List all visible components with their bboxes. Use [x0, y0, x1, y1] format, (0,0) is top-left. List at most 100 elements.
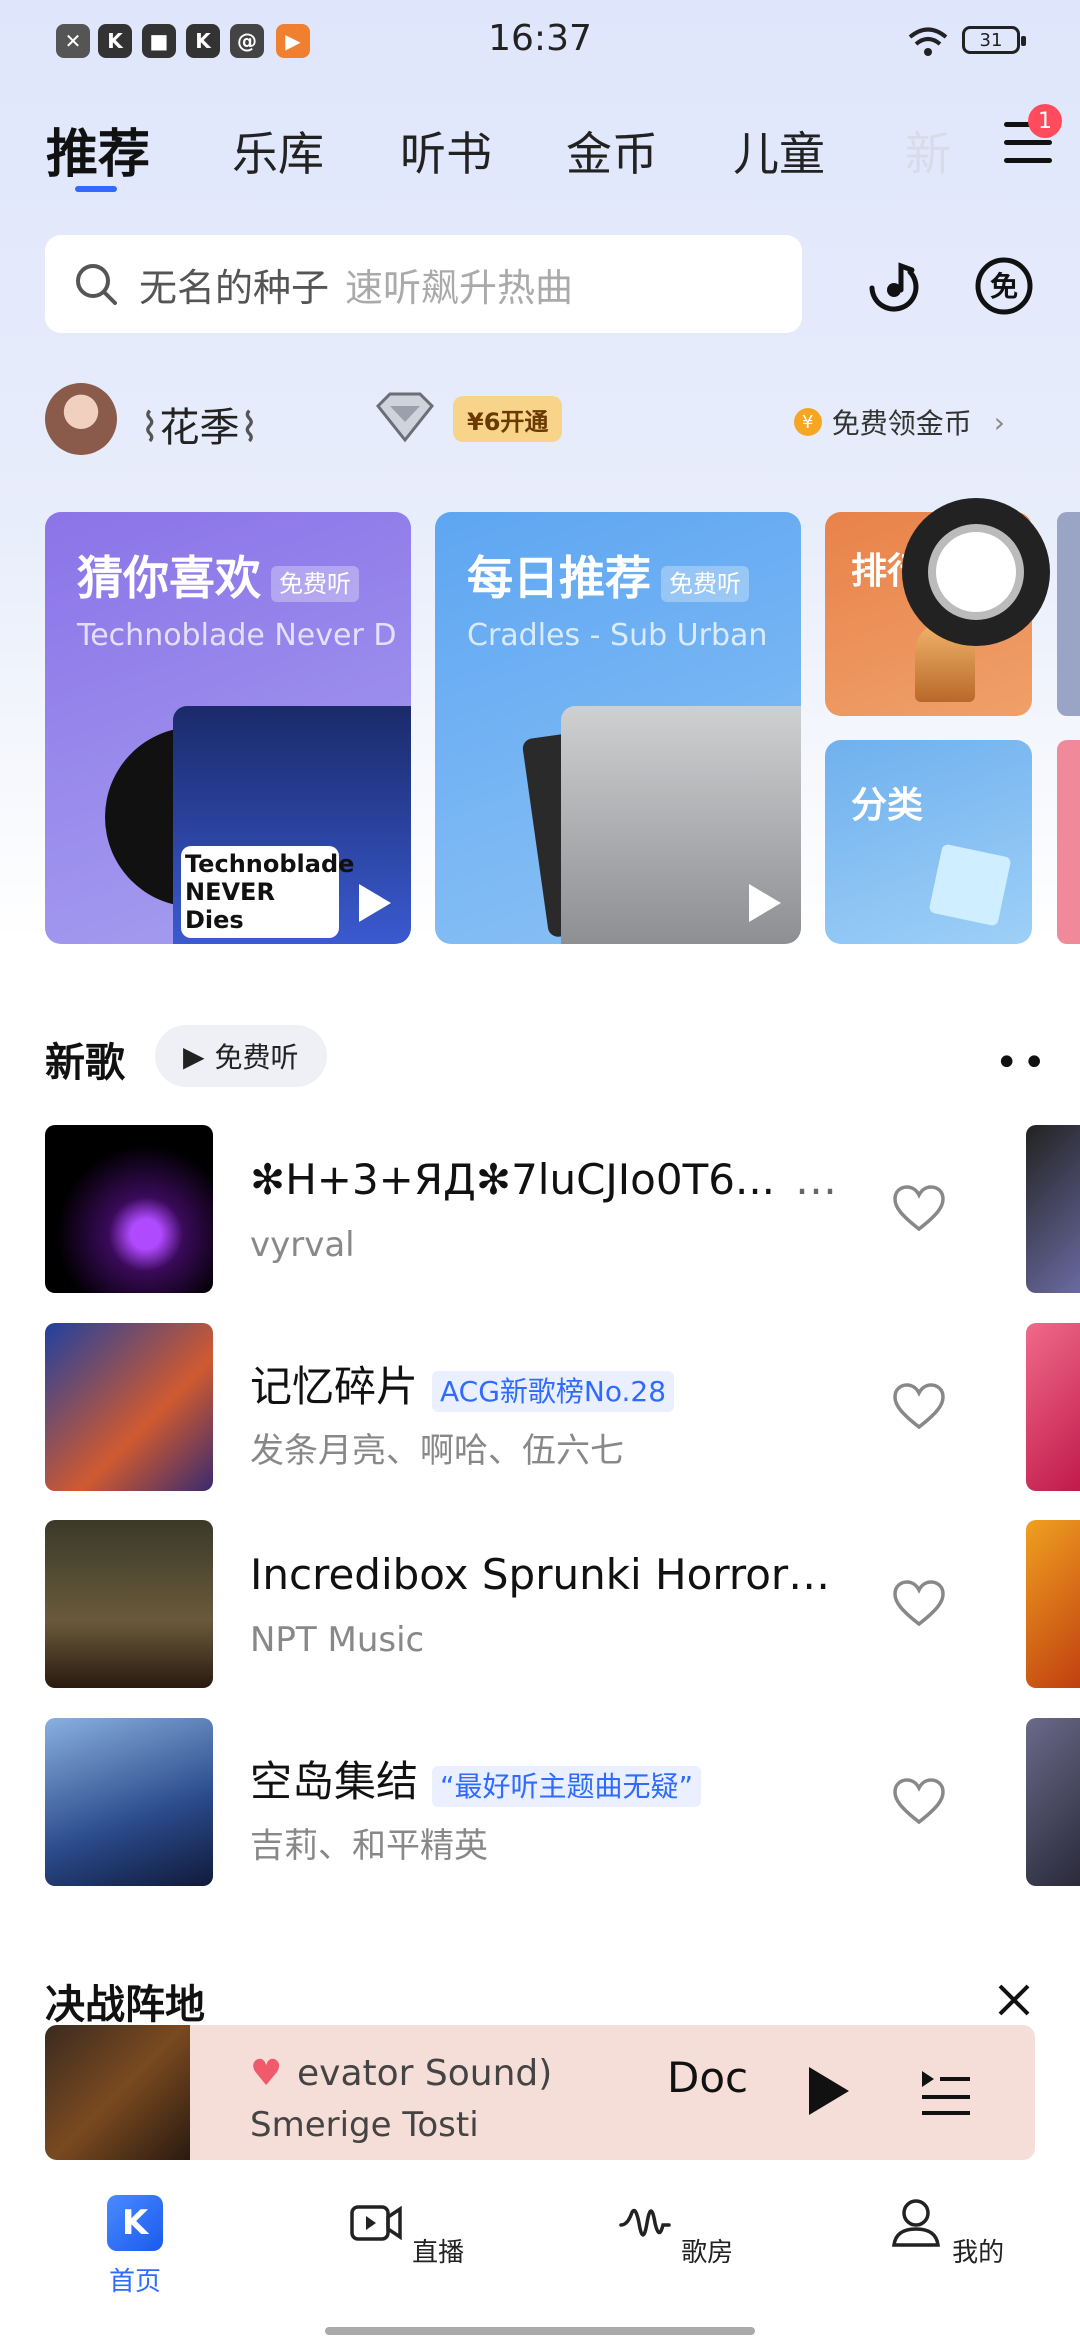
nav-home-label: 首页: [108, 2267, 161, 2297]
card-subtitle: Technoblade Never D: [77, 618, 397, 653]
vip-open-button[interactable]: ¥6开通: [453, 396, 563, 442]
search-icon: [76, 264, 117, 305]
svg-text:免: 免: [990, 270, 1018, 303]
player-artist: Smerige Tosti: [250, 2105, 479, 2145]
song-peek: [1026, 1718, 1080, 1886]
card-peek: [1057, 512, 1080, 716]
card-peek: [1057, 740, 1080, 944]
nav-room-label: 歌房: [681, 2238, 734, 2268]
song-peek: [1026, 1323, 1080, 1491]
more-icon[interactable]: ••: [995, 1040, 1050, 1086]
album-cover: [561, 706, 801, 944]
cover-text: Technoblade NEVER Dies: [181, 846, 354, 938]
tab-library[interactable]: 乐库: [232, 118, 324, 184]
song-artist: NPT Music: [250, 1620, 425, 1660]
card-category[interactable]: 分类: [825, 740, 1032, 944]
tab-recommend[interactable]: 推荐: [46, 112, 150, 187]
nav-live-label: 直播: [412, 2238, 465, 2268]
section-title-new-songs: 新歌: [45, 1040, 125, 1086]
tab-coins[interactable]: 金币: [566, 118, 658, 184]
close-icon[interactable]: [996, 1982, 1032, 2018]
card-title-text: 分类: [851, 785, 924, 826]
home-indicator[interactable]: [325, 2327, 755, 2335]
section-title-next: 决战阵地: [45, 1982, 205, 2028]
tab-kids[interactable]: 儿童: [733, 118, 825, 184]
song-title: Incredibox Sprunki Horror…: [250, 1550, 831, 1599]
song-item[interactable]: Incredibox Sprunki Horror… NPT Music: [45, 1520, 1045, 1688]
avatar[interactable]: [45, 383, 117, 455]
battery-icon: 31: [962, 26, 1026, 54]
heart-icon[interactable]: [893, 1185, 945, 1233]
song-title: 记忆碎片 ACG新歌榜No.28: [250, 1353, 675, 1414]
search-query: 无名的种子: [139, 265, 330, 310]
song-artist: 发条月亮、啊哈、伍六七: [250, 1431, 624, 1471]
floating-assist-button[interactable]: [902, 498, 1050, 646]
card-title: 每日推荐 免费听: [467, 542, 749, 608]
nav-live[interactable]: 直播: [336, 2195, 476, 2269]
song-tag[interactable]: ACG新歌榜No.28: [432, 1370, 675, 1412]
player-title: evator Sound): [297, 2053, 553, 2094]
profile-icon: [891, 2199, 940, 2247]
card-subtitle: Cradles - Sub Urban: [467, 618, 768, 653]
free-listen-button[interactable]: ▶ 免费听: [155, 1025, 327, 1087]
search-hint: 速听飙升热曲: [345, 265, 574, 310]
username[interactable]: ⌇花季⌇: [140, 395, 259, 453]
play-icon: ▶: [183, 1039, 205, 1073]
song-artist: vyrval: [250, 1225, 355, 1265]
heart-icon[interactable]: [893, 1778, 945, 1826]
player-cover: [45, 2025, 190, 2160]
song-item[interactable]: 记忆碎片 ACG新歌榜No.28 发条月亮、啊哈、伍六七: [45, 1323, 1045, 1491]
song-cover: [45, 1323, 213, 1491]
play-icon: [359, 884, 391, 922]
song-cover: [45, 1125, 213, 1293]
nav-room[interactable]: 歌房: [605, 2195, 745, 2269]
tab-underline: [75, 186, 117, 192]
nav-me-label: 我的: [952, 2238, 1005, 2268]
live-icon: [350, 2205, 402, 2241]
card-title-text: 每日推荐: [467, 551, 651, 605]
song-artist: 吉莉、和平精英: [250, 1826, 488, 1866]
liked-heart-icon: ♥: [250, 2053, 283, 2094]
album-cover: Technoblade NEVER Dies: [173, 706, 411, 944]
card-title: 猜你喜欢 免费听: [77, 542, 359, 608]
music-recognition-icon[interactable]: [862, 254, 926, 318]
diamond-icon: [375, 392, 435, 443]
heart-icon[interactable]: [893, 1580, 945, 1628]
song-title: ✻H+3+ЯД✻7luCJIo0T6...…: [250, 1155, 838, 1204]
card-tag: 免费听: [271, 566, 359, 602]
mini-player[interactable]: ♥ evator Sound) Doc Smerige Tosti: [45, 2025, 1035, 2160]
play-button[interactable]: [803, 2063, 853, 2119]
wifi-icon: [908, 27, 948, 56]
song-peek: [1026, 1520, 1080, 1688]
sound-wave-icon: [619, 2208, 671, 2237]
tab-new[interactable]: 新: [905, 118, 951, 184]
nav-me[interactable]: 我的: [876, 2195, 1016, 2269]
free-mode-icon[interactable]: 免: [972, 254, 1036, 318]
free-gold-label: 免费领金币: [831, 407, 972, 440]
nav-home[interactable]: K 首页: [65, 2195, 205, 2298]
free-listen-label: 免费听: [214, 1041, 299, 1074]
card-title-text: 猜你喜欢: [77, 551, 261, 605]
coin-icon: ¥: [793, 408, 822, 436]
song-tag[interactable]: “最好听主题曲无疑”: [432, 1765, 702, 1807]
song-item[interactable]: ✻H+3+ЯД✻7luCJIo0T6...… vyrval: [45, 1125, 1045, 1293]
song-title: 空岛集结 “最好听主题曲无疑”: [250, 1748, 702, 1809]
song-cover: [45, 1718, 213, 1886]
cube-icon: [928, 843, 1012, 927]
search-bar[interactable]: 无名的种子 速听飙升热曲: [45, 235, 802, 333]
song-cover: [45, 1520, 213, 1688]
playlist-icon[interactable]: [920, 2067, 972, 2119]
username-text: 花季: [159, 405, 240, 451]
menu-badge: 1: [1028, 104, 1062, 138]
play-icon: [749, 884, 781, 922]
free-gold-link[interactable]: ¥ 免费领金币 ›: [793, 402, 1005, 442]
card-tag: 免费听: [661, 566, 749, 602]
heart-icon[interactable]: [893, 1383, 945, 1431]
card-daily-recommend[interactable]: 每日推荐 免费听 Cradles - Sub Urban: [435, 512, 801, 944]
home-icon: K: [107, 2195, 163, 2251]
song-peek: [1026, 1125, 1080, 1293]
player-title-right: Doc: [667, 2053, 749, 2102]
card-guess-you-like[interactable]: 猜你喜欢 免费听 Technoblade Never D Technoblade …: [45, 512, 411, 944]
song-item[interactable]: 空岛集结 “最好听主题曲无疑” 吉莉、和平精英: [45, 1718, 1045, 1886]
tab-audiobooks[interactable]: 听书: [400, 118, 492, 184]
